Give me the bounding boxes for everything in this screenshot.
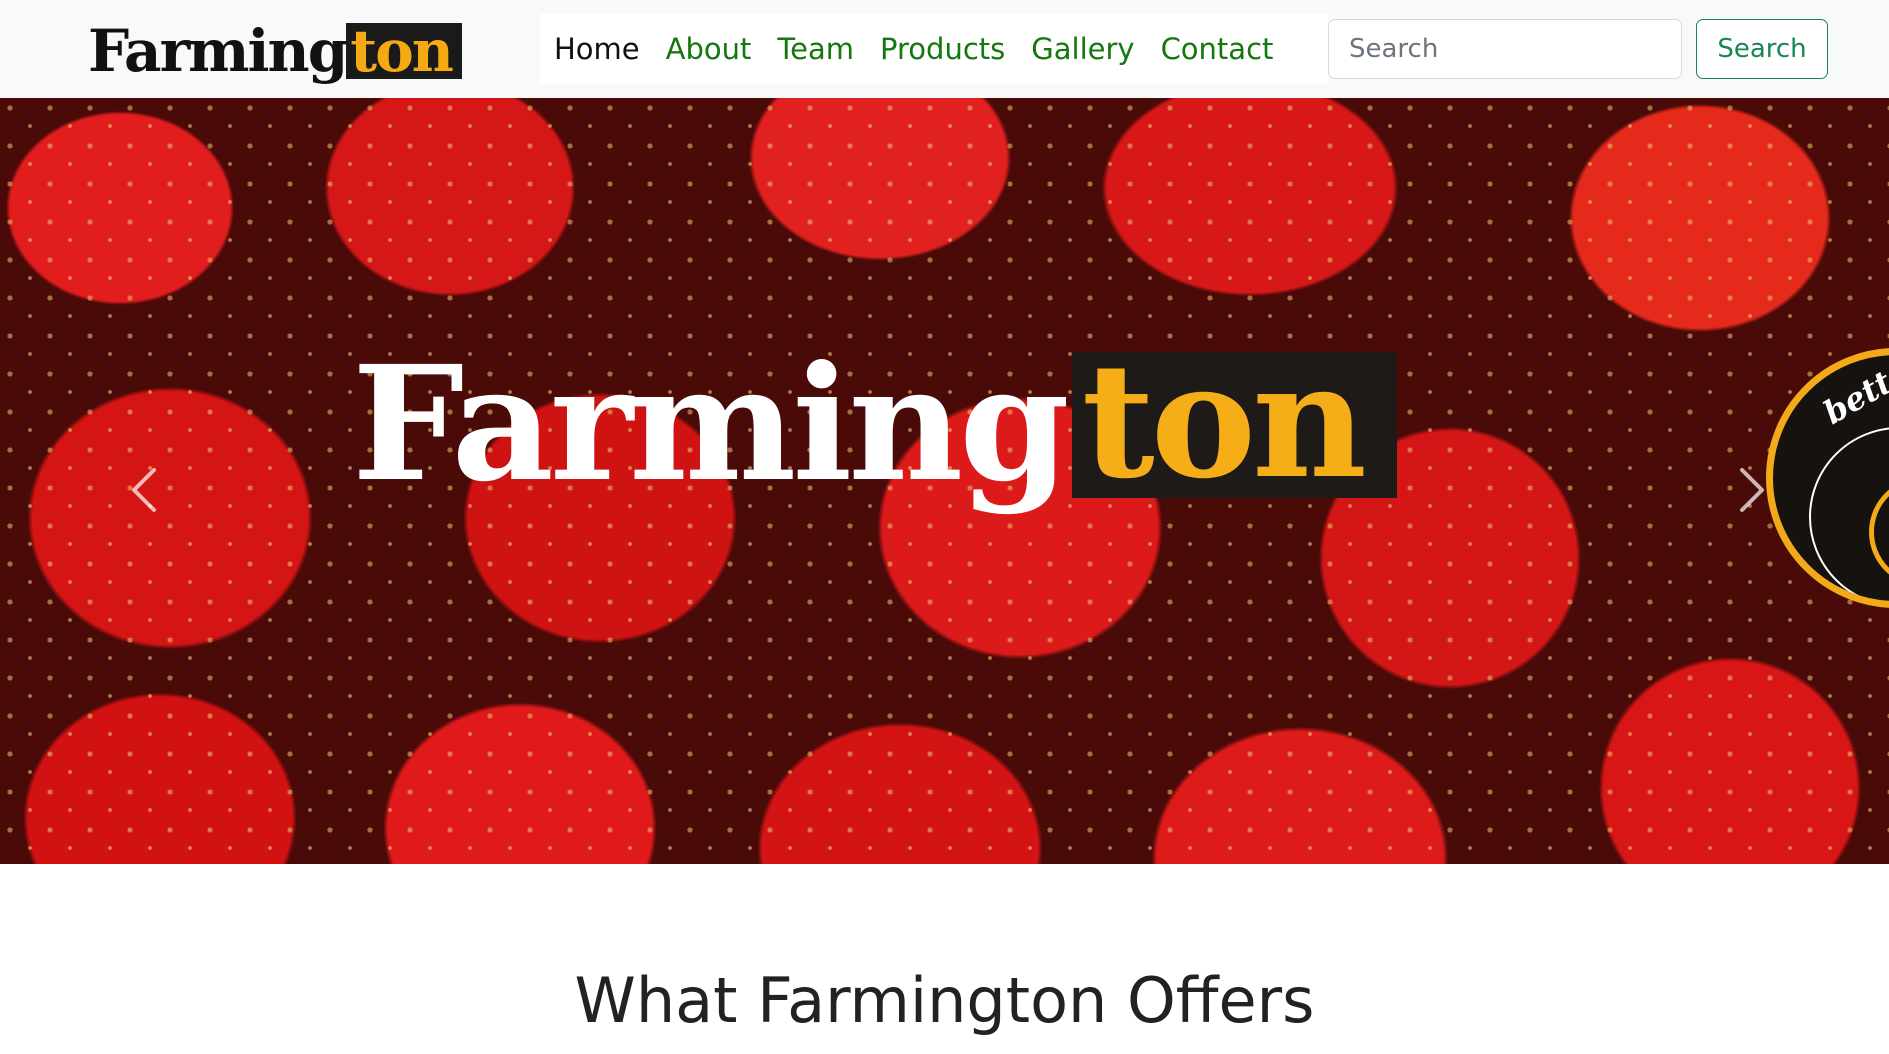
chevron-left-icon	[132, 468, 156, 512]
search-button[interactable]: Search	[1696, 19, 1828, 79]
navbar: Farming ton Home About Team Products Gall…	[0, 0, 1889, 98]
nav-link-team[interactable]: Team	[764, 32, 867, 66]
hero-logo: Farming ton	[352, 330, 1397, 520]
nav-link-about[interactable]: About	[653, 32, 765, 66]
carousel-next-button[interactable]	[1720, 460, 1780, 520]
carousel-prev-button[interactable]	[116, 460, 176, 520]
hero-carousel: Farming ton bette	[0, 98, 1889, 864]
nav-links: Home About Team Products Gallery Contact	[540, 14, 1328, 84]
nav-link-home[interactable]: Home	[540, 32, 653, 66]
nav-link-contact[interactable]: Contact	[1148, 32, 1287, 66]
section-title: What Farmington Offers	[574, 964, 1315, 1037]
brand-logo-part1: Farming	[88, 17, 348, 85]
search-input[interactable]	[1328, 19, 1682, 79]
nav-link-products[interactable]: Products	[867, 32, 1018, 66]
brand-logo[interactable]: Farming ton	[88, 20, 462, 82]
brand-logo-part2: ton	[346, 22, 462, 80]
hero-logo-part2: ton	[1071, 343, 1397, 501]
chevron-right-icon	[1740, 468, 1764, 512]
hero-logo-part1: Farming	[352, 332, 1070, 517]
nav-link-gallery[interactable]: Gallery	[1018, 32, 1147, 66]
